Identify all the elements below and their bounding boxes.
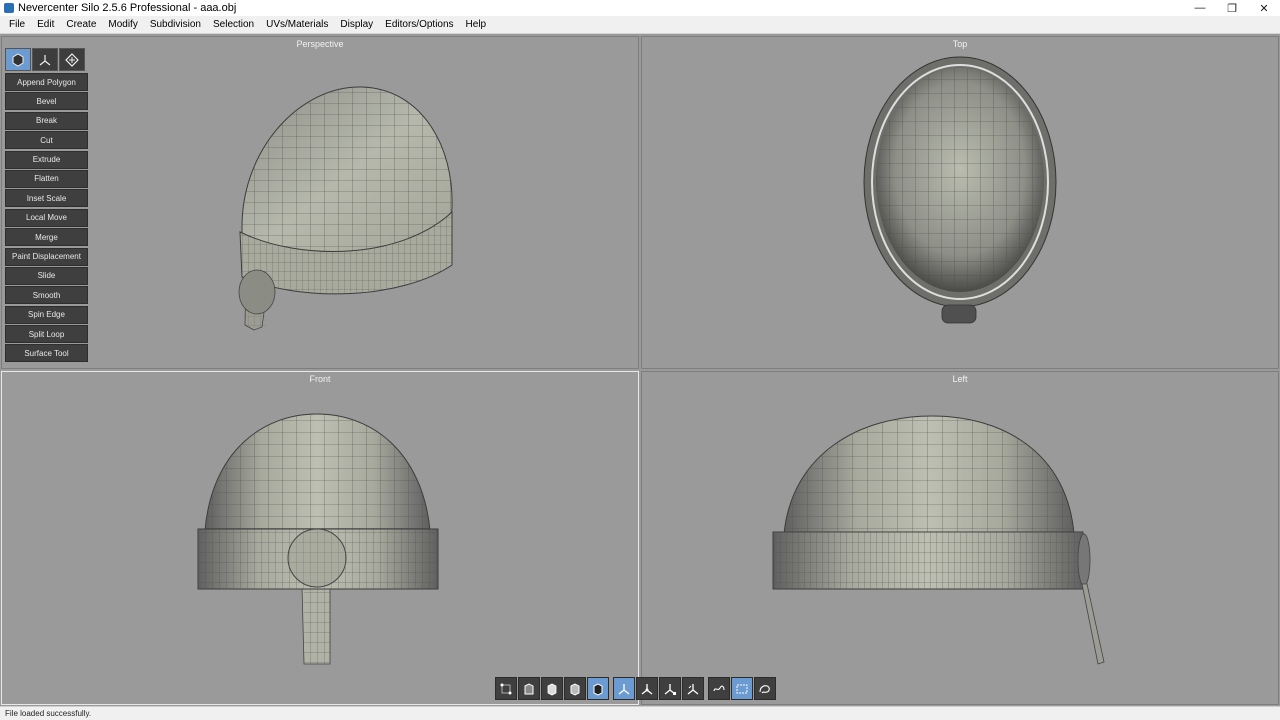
menu-modify[interactable]: Modify	[102, 16, 143, 34]
left-model	[772, 415, 1105, 665]
object-mode-icon[interactable]	[5, 48, 31, 71]
object-select-icon[interactable]	[564, 677, 586, 700]
window-title: Nevercenter Silo 2.5.6 Professional - aa…	[18, 2, 237, 14]
tool-panel: Append Polygon Bevel Break Cut Extrude F…	[5, 48, 89, 364]
selection-toolbar	[495, 677, 777, 700]
perspective-model	[238, 86, 453, 331]
front-model	[197, 413, 439, 665]
menu-display[interactable]: Display	[334, 16, 379, 34]
status-bar: File loaded successfully.	[0, 706, 1280, 720]
menu-file[interactable]: File	[3, 16, 31, 34]
viewport-top[interactable]: Top	[641, 36, 1279, 369]
tool-slide[interactable]: Slide	[5, 266, 88, 285]
component-select-icon[interactable]	[587, 677, 609, 700]
menu-help[interactable]: Help	[460, 16, 493, 34]
tool-surface-tool[interactable]: Surface Tool	[5, 344, 88, 363]
edge-select-icon[interactable]	[518, 677, 540, 700]
tool-spin-edge[interactable]: Spin Edge	[5, 305, 88, 324]
tool-flatten[interactable]: Flatten	[5, 169, 88, 188]
window-controls: — ❐ ✕	[1184, 0, 1280, 16]
rotate-manipulator-icon[interactable]	[636, 677, 658, 700]
viewport-left[interactable]: Left	[641, 371, 1279, 705]
tool-extrude[interactable]: Extrude	[5, 150, 88, 169]
tool-append-polygon[interactable]: Append Polygon	[5, 73, 88, 91]
universal-manipulator-icon[interactable]	[682, 677, 704, 700]
app-icon	[4, 3, 14, 13]
top-model	[863, 56, 1057, 324]
title-bar: Nevercenter Silo 2.5.6 Professional - aa…	[0, 0, 1280, 16]
tool-split-loop[interactable]: Split Loop	[5, 325, 88, 344]
tool-merge[interactable]: Merge	[5, 228, 88, 247]
menu-uvs-materials[interactable]: UVs/Materials	[260, 16, 334, 34]
menu-edit[interactable]: Edit	[31, 16, 60, 34]
menu-bar: File Edit Create Modify Subdivision Sele…	[0, 16, 1280, 34]
tool-smooth[interactable]: Smooth	[5, 286, 88, 305]
tool-cut[interactable]: Cut	[5, 131, 88, 150]
marquee-select-icon[interactable]	[731, 677, 753, 700]
lasso-select-icon[interactable]	[708, 677, 730, 700]
tool-local-move[interactable]: Local Move	[5, 208, 88, 227]
selection-mode-row	[5, 48, 89, 71]
tool-break[interactable]: Break	[5, 111, 88, 130]
scale-manipulator-icon[interactable]	[659, 677, 681, 700]
vertex-select-icon[interactable]	[495, 677, 517, 700]
tool-paint-displacement[interactable]: Paint Displacement	[5, 247, 88, 266]
restore-button[interactable]: ❐	[1216, 0, 1248, 16]
manipulator-icon[interactable]	[32, 48, 58, 71]
viewport-front[interactable]: Front	[1, 371, 639, 705]
move-manipulator-icon[interactable]	[613, 677, 635, 700]
paint-select-icon[interactable]	[754, 677, 776, 700]
close-button[interactable]: ✕	[1248, 0, 1280, 16]
menu-subdivision[interactable]: Subdivision	[144, 16, 207, 34]
tool-inset-scale[interactable]: Inset Scale	[5, 189, 88, 208]
transform-icon[interactable]	[59, 48, 85, 71]
menu-editors-options[interactable]: Editors/Options	[379, 16, 459, 34]
face-select-icon[interactable]	[541, 677, 563, 700]
viewport-perspective[interactable]: Perspective	[1, 36, 639, 369]
menu-selection[interactable]: Selection	[207, 16, 260, 34]
tool-bevel[interactable]: Bevel	[5, 92, 88, 111]
menu-create[interactable]: Create	[60, 16, 102, 34]
minimize-button[interactable]: —	[1184, 0, 1216, 16]
